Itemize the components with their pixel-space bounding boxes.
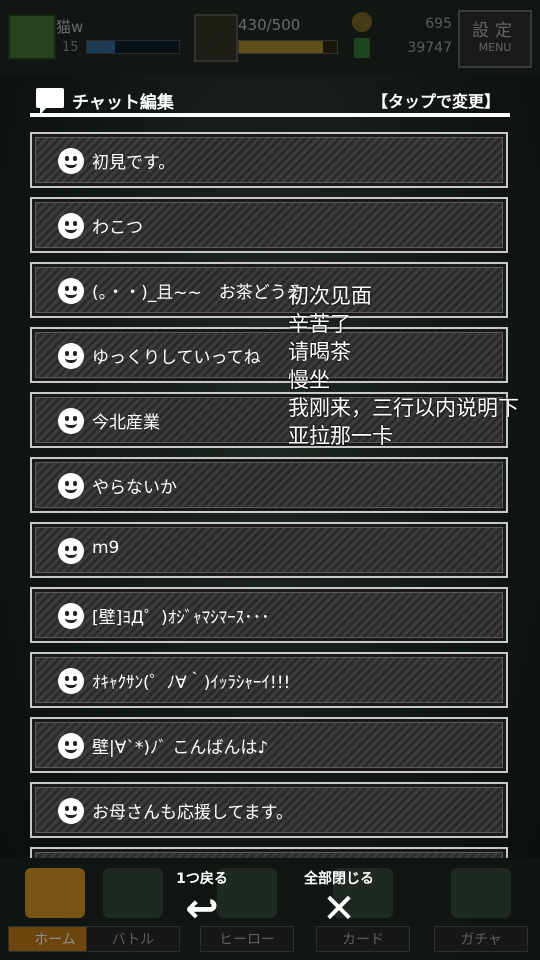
chat-phrase-text: ゆっくりしていってね [92, 348, 261, 368]
chat-phrase-text: 今北産業 [92, 413, 160, 433]
chat-phrase-item[interactable]: ｵｷｬｸｻﾝ(゜ﾉ∀｀)ｲｯﾗｼｬｰｲ!!! [30, 652, 508, 708]
panel-title: チャット編集 [72, 93, 174, 113]
annotation-line: 请喝茶 [288, 340, 351, 364]
chat-phrase-item[interactable]: 初見です。 [30, 132, 508, 188]
header-divider [30, 113, 510, 117]
chat-phrase-text: ｵｷｬｸｻﾝ(゜ﾉ∀｀)ｲｯﾗｼｬｰｲ!!! [92, 673, 291, 693]
smiley-icon [58, 473, 84, 499]
annotation-line: 初次见面 [288, 284, 372, 308]
chat-phrase-item[interactable]: m9 [30, 522, 508, 578]
smiley-icon [58, 213, 84, 239]
chat-phrase-item[interactable]: 壁|∀`*)ﾉﾞ こんばんは♪ [30, 717, 508, 773]
close-all-button[interactable]: 全部閉じる ✕ [296, 868, 382, 930]
chat-phrase-item[interactable]: やらないか [30, 457, 508, 513]
back-one-button[interactable]: 1つ戻る ↩ [168, 868, 236, 930]
chat-phrase-item[interactable]: わこつ [30, 197, 508, 253]
smiley-icon [58, 603, 84, 629]
smiley-icon [58, 343, 84, 369]
chat-phrase-text: m9 [92, 538, 120, 558]
smiley-icon [58, 798, 84, 824]
smiley-icon [58, 538, 84, 564]
chat-bubble-icon [36, 88, 64, 115]
annotation-line: 辛苦了 [288, 312, 351, 336]
close-icon: ✕ [322, 886, 356, 932]
smiley-icon [58, 148, 84, 174]
smiley-icon [58, 278, 84, 304]
annotation-line: 亚拉那一卡 [288, 424, 393, 448]
tap-to-change-hint: 【タップで変更】 [371, 92, 500, 111]
annotation-line: 我刚来，三行以内说明下 [288, 396, 519, 420]
chat-edit-header: チャット編集 【タップで変更】 [30, 86, 510, 116]
chat-phrase-item[interactable]: お母さんも応援してます。 [30, 782, 508, 838]
chat-phrase-text: (。・・)_且~~ お茶どうぞ [92, 283, 304, 303]
chat-phrase-item-partial[interactable] [30, 847, 508, 858]
translation-annotation: 初次见面 辛苦了 请喝茶 慢坐 我刚来，三行以内说明下 亚拉那一卡 [288, 282, 536, 450]
chat-phrase-text: 初見です。 [92, 153, 176, 173]
smiley-icon [58, 733, 84, 759]
back-one-label: 1つ戻る [176, 871, 228, 887]
chat-phrase-list[interactable]: 初見です。 わこつ (。・・)_且~~ お茶どうぞ ゆっくりしていってね 今北産… [30, 132, 510, 858]
chat-phrase-text: [壁]ﾖД゜)ｵｼﾞｬﾏｼﾏｰｽ･･･ [92, 608, 270, 628]
chat-phrase-item[interactable]: [壁]ﾖД゜)ｵｼﾞｬﾏｼﾏｰｽ･･･ [30, 587, 508, 643]
chat-phrase-text: やらないか [92, 478, 177, 498]
close-all-label: 全部閉じる [304, 871, 374, 887]
return-arrow-icon: ↩ [185, 886, 219, 932]
smiley-icon [58, 668, 84, 694]
smiley-icon [58, 408, 84, 434]
chat-phrase-text: お母さんも応援してます。 [92, 803, 293, 823]
chat-phrase-text: わこつ [92, 218, 143, 238]
chat-phrase-text: 壁|∀`*)ﾉﾞ こんばんは♪ [92, 738, 269, 758]
annotation-line: 慢坐 [288, 368, 330, 392]
